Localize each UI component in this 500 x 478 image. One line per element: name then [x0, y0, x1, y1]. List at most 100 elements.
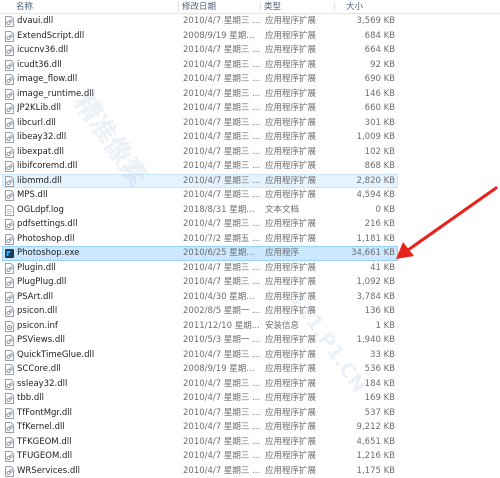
file-row[interactable]: icudt36.dll 2010/4/7 星期三 ... 应用程序扩展 92 KB	[2, 58, 398, 73]
file-name: SCCore.dll	[17, 364, 61, 374]
file-name: dvaui.dll	[17, 16, 54, 26]
file-type: 应用程序扩展	[265, 132, 317, 142]
file-row[interactable]: pdfsettings.dll 2010/4/7 星期三 ... 应用程序扩展 216…	[2, 217, 398, 232]
file-row[interactable]: Plugin.dll 2010/4/7 星期三 ... 应用程序扩展 41 KB	[2, 261, 398, 276]
file-type: 应用程序扩展	[265, 335, 317, 345]
file-modified-date: 2010/4/7 星期三 ...	[183, 175, 261, 186]
file-type: 安装信息	[265, 320, 300, 331]
file-size: 136 KB	[364, 306, 395, 316]
file-name: TfFontMgr.dll	[17, 407, 72, 418]
file-size: 536 KB	[364, 364, 395, 374]
file-size: 41 KB	[370, 262, 395, 273]
file-type: 应用程序扩展	[265, 291, 317, 302]
file-row[interactable]: WRServices.dll 2010/4/7 星期三 ... 应用程序扩展 1,17…	[2, 464, 398, 478]
column-header-type[interactable]: 类型	[264, 1, 281, 13]
file-type: 应用程序扩展	[265, 190, 317, 200]
file-size: 868 KB	[364, 161, 395, 171]
file-type: 应用程序	[265, 248, 300, 258]
column-header-date[interactable]: 修改日期	[182, 1, 216, 13]
file-modified-date: 2010/4/7 星期三 ...	[183, 16, 261, 26]
file-name: PlugPlug.dll	[17, 277, 67, 287]
file-row[interactable]: TFUGEOM.dll 2010/4/7 星期三 ... 应用程序扩展 1,216 K…	[2, 449, 398, 464]
file-name: OGLdpf.log	[17, 204, 64, 215]
file-type: 应用程序扩展	[265, 16, 317, 26]
file-row[interactable]: Photoshop.dll 2010/7/2 星期五 ... 应用程序扩展 1,181…	[2, 232, 398, 247]
file-row[interactable]: libeay32.dll 2010/4/7 星期三 ... 应用程序扩展 1,009 …	[2, 130, 398, 145]
file-modified-date: 2011/12/10 星期...	[183, 320, 260, 331]
file-row[interactable]: QuickTimeGlue.dll 2010/4/7 星期三 ... 应用程序扩展 3…	[2, 348, 398, 363]
file-modified-date: 2010/7/2 星期五 ...	[183, 233, 261, 244]
file-modified-date: 2008/9/19 星期...	[183, 30, 255, 41]
file-name: libcurl.dll	[17, 117, 56, 128]
file-row[interactable]: image_flow.dll 2010/4/7 星期三 ... 应用程序扩展 690 …	[2, 72, 398, 87]
file-type: 应用程序扩展	[265, 161, 317, 171]
file-modified-date: 2010/4/7 星期三 ...	[183, 422, 261, 432]
file-modified-date: 2010/4/7 星期三 ...	[183, 88, 261, 99]
file-row[interactable]: tbb.dll 2010/4/7 星期三 ... 应用程序扩展 169 KB	[2, 391, 398, 406]
file-name: MPS.dll	[17, 190, 48, 200]
file-size: 1,009 KB	[356, 132, 395, 142]
file-row[interactable]: TFKGEOM.dll 2010/4/7 星期三 ... 应用程序扩展 4,651 K…	[2, 435, 398, 450]
file-row[interactable]: libmmd.dll 2010/4/7 星期三 ... 应用程序扩展 2,820 KB	[2, 173, 398, 188]
column-divider[interactable]	[178, 2, 179, 12]
file-size: 146 KB	[364, 88, 395, 99]
file-type: 应用程序扩展	[265, 117, 317, 128]
file-row[interactable]: image_runtime.dll 2010/4/7 星期三 ... 应用程序扩展 1…	[2, 87, 398, 102]
file-name: libmmd.dll	[17, 175, 62, 186]
file-row[interactable]: OGLdpf.log 2018/8/31 星期... 文本文档 0 KB	[2, 203, 398, 218]
column-divider[interactable]	[334, 2, 335, 12]
file-name: icudt36.dll	[17, 59, 62, 70]
file-row[interactable]: psicon.inf 2011/12/10 星期... 安装信息 1 KB	[2, 319, 398, 334]
file-row[interactable]: PSArt.dll 2010/4/30 星期... 应用程序扩展 3,784 KB	[2, 290, 398, 305]
file-modified-date: 2008/9/19 星期...	[183, 364, 255, 374]
column-header-name[interactable]: 名称	[16, 1, 33, 13]
file-name: PSArt.dll	[17, 291, 54, 302]
file-row[interactable]: icucnv36.dll 2010/4/7 星期三 ... 应用程序扩展 664 KB	[2, 43, 398, 58]
file-name: pdfsettings.dll	[17, 219, 78, 229]
file-row[interactable]: TfKernel.dll 2010/4/7 星期三 ... 应用程序扩展 9,212 …	[2, 420, 398, 435]
file-name: image_flow.dll	[17, 74, 78, 84]
file-row[interactable]: TfFontMgr.dll 2010/4/7 星期三 ... 应用程序扩展 537 K…	[2, 406, 398, 421]
file-size: 1,216 KB	[356, 451, 395, 461]
file-type: 应用程序扩展	[265, 30, 317, 41]
file-row[interactable]: JP2KLib.dll 2010/4/7 星期三 ... 应用程序扩展 660 KB	[2, 101, 398, 116]
file-size: 216 KB	[364, 219, 395, 229]
file-modified-date: 2010/4/7 星期三 ...	[183, 219, 261, 229]
file-name: Plugin.dll	[17, 262, 56, 273]
file-row[interactable]: libifcoremd.dll 2010/4/7 星期三 ... 应用程序扩展 868…	[2, 159, 398, 174]
file-type: 应用程序扩展	[265, 451, 317, 461]
file-modified-date: 2010/4/7 星期三 ...	[183, 465, 261, 476]
file-row[interactable]: libcurl.dll 2010/4/7 星期三 ... 应用程序扩展 301 KB	[2, 116, 398, 131]
file-name: tbb.dll	[17, 393, 44, 403]
file-row[interactable]: PSViews.dll 2010/5/3 星期一 ... 应用程序扩展 1,940 K…	[2, 333, 398, 348]
file-row[interactable]: psicon.dll 2002/8/5 星期一 ... 应用程序扩展 136 KB	[2, 304, 398, 319]
file-type: 应用程序扩展	[265, 407, 317, 418]
file-row[interactable]: ssleay32.dll 2010/4/7 星期三 ... 应用程序扩展 184 KB	[2, 377, 398, 392]
file-row[interactable]: ExtendScript.dll 2008/9/19 星期... 应用程序扩展 684…	[2, 29, 398, 44]
file-type: 应用程序扩展	[265, 146, 317, 157]
file-modified-date: 2010/4/7 星期三 ...	[183, 161, 261, 171]
file-row[interactable]: libexpat.dll 2010/4/7 星期三 ... 应用程序扩展 102 KB	[2, 145, 398, 160]
file-size: 92 KB	[370, 59, 395, 70]
file-modified-date: 2010/4/7 星期三 ...	[183, 393, 261, 403]
file-size: 660 KB	[364, 103, 395, 113]
file-row[interactable]: dvaui.dll 2010/4/7 星期三 ... 应用程序扩展 3,569 KB	[2, 14, 398, 29]
file-name: WRServices.dll	[17, 465, 80, 476]
file-type: 应用程序扩展	[265, 364, 317, 374]
file-type: 应用程序扩展	[265, 422, 317, 432]
column-divider[interactable]	[260, 2, 261, 12]
file-name: TFKGEOM.dll	[17, 436, 72, 447]
file-row[interactable]: SCCore.dll 2008/9/19 星期... 应用程序扩展 536 KB	[2, 362, 398, 377]
file-row[interactable]: MPS.dll 2010/4/7 星期三 ... 应用程序扩展 4,594 KB	[2, 188, 398, 203]
file-row[interactable]: PlugPlug.dll 2010/4/7 星期三 ... 应用程序扩展 1,092 …	[2, 275, 398, 290]
file-modified-date: 2010/4/7 星期三 ...	[183, 117, 261, 128]
file-modified-date: 2002/8/5 星期一 ...	[183, 306, 261, 316]
file-name: psicon.dll	[17, 306, 58, 316]
file-size: 1,181 KB	[356, 233, 395, 244]
column-header-size[interactable]: 大小	[346, 1, 363, 13]
file-modified-date: 2010/4/7 星期三 ...	[183, 378, 261, 389]
file-row[interactable]: Photoshop.exe 2010/6/25 星期... 应用程序 34,661 K…	[2, 246, 398, 261]
file-type: 应用程序扩展	[265, 74, 317, 84]
file-modified-date: 2010/4/7 星期三 ...	[183, 74, 261, 84]
file-type: 应用程序扩展	[265, 349, 317, 360]
